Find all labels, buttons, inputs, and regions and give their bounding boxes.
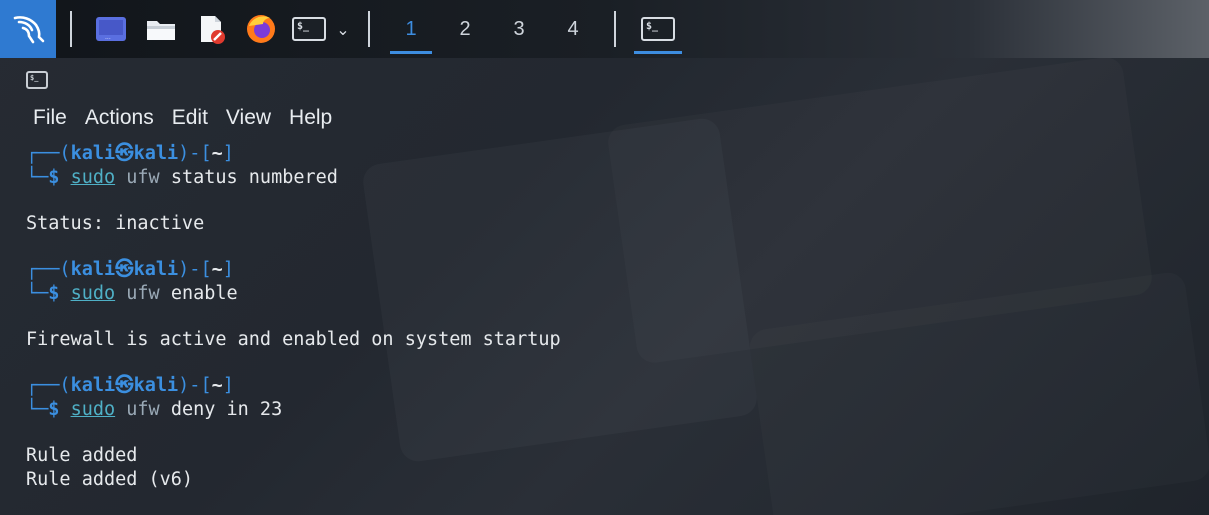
prompt-symbol: $ [48,399,60,420]
command-sudo: sudo [70,167,116,188]
file-manager-launcher[interactable] [142,10,180,48]
menu-help[interactable]: Help [289,106,332,130]
command-line: └─$ sudo ufw status numbered [26,166,1176,190]
terminal-window-icon[interactable]: $_ [26,71,48,89]
firefox-launcher[interactable] [242,10,280,48]
text-editor-icon [201,16,225,44]
terminal-icon: $_ [292,17,326,41]
menu-actions[interactable]: Actions [85,106,154,130]
command-program: ufw [126,283,160,304]
prompt-frame: ┌──( [26,143,71,164]
terminal-output[interactable]: ┌──(kali㉿kali)-[~] └─$ sudo ufw status n… [26,142,1176,492]
menu-file[interactable]: File [33,106,67,130]
desktop-screen: ... $_ ⌄ 1 2 3 4 $_ $_ File Actions Edit… [0,0,1209,515]
prompt-line: ┌──(kali㉿kali)-[~] [26,258,1176,282]
output-line: Rule added (v6) [26,469,194,490]
workspace-label: 2 [459,17,471,40]
panel-separator [614,11,616,47]
output-line: Firewall is active and enabled on system… [26,329,561,350]
prompt-corner: └─ [26,283,49,304]
prompt-frame: )-[ [178,143,212,164]
prompt-frame: ] [222,259,234,280]
prompt-dir: ~ [211,259,223,280]
prompt-frame: ] [222,375,234,396]
command-sudo: sudo [70,399,116,420]
workspace-4[interactable]: 4 [546,0,600,58]
command-sudo: sudo [70,283,116,304]
top-panel: ... $_ ⌄ 1 2 3 4 $_ [0,0,1209,58]
prompt-symbol: $ [48,167,60,188]
desktop-icon: ... [96,17,126,41]
command-args: enable [170,283,238,304]
terminal-icon: $_ [641,17,675,41]
svg-text:...: ... [105,34,111,41]
workspace-3[interactable]: 3 [492,0,546,58]
workspace-1[interactable]: 1 [384,0,438,58]
prompt-user: kali㉿kali [70,375,179,396]
text-editor-launcher[interactable] [192,10,230,48]
show-desktop-launcher[interactable]: ... [92,10,130,48]
workspace-2[interactable]: 2 [438,0,492,58]
prompt-frame: )-[ [178,259,212,280]
output-line: Status: inactive [26,213,205,234]
prompt-line: ┌──(kali㉿kali)-[~] [26,374,1176,398]
folder-icon [147,21,175,40]
prompt-corner: └─ [26,399,49,420]
panel-separator [368,11,370,47]
prompt-frame: )-[ [178,375,212,396]
menu-edit[interactable]: Edit [172,106,208,130]
output-line: Rule added [26,445,138,466]
workspace-label: 1 [405,17,417,40]
command-line: └─$ sudo ufw deny in 23 [26,398,1176,422]
prompt-frame: ┌──( [26,375,71,396]
prompt-user: kali㉿kali [70,143,179,164]
prompt-dir: ~ [211,143,223,164]
command-args: status numbered [170,167,338,188]
firefox-icon [247,15,275,43]
prompt-line: ┌──(kali㉿kali)-[~] [26,142,1176,166]
workspace-label: 4 [567,17,579,40]
command-program: ufw [126,167,160,188]
prompt-corner: └─ [26,167,49,188]
workspace-label: 3 [513,17,525,40]
prompt-frame: ] [222,143,234,164]
prompt-symbol: $ [48,283,60,304]
command-args: deny in 23 [170,399,283,420]
prompt-user: kali㉿kali [70,259,179,280]
kali-menu-button[interactable] [0,0,56,58]
kali-dragon-icon [13,16,45,44]
prompt-dir: ~ [211,375,223,396]
menu-view[interactable]: View [226,106,271,130]
panel-separator [70,11,72,47]
command-line: └─$ sudo ufw enable [26,282,1176,306]
menu-bar: File Actions Edit View Help [33,106,332,130]
taskbar-terminal-window[interactable]: $_ [630,0,686,58]
chevron-down-icon[interactable]: ⌄ [332,20,354,39]
command-program: ufw [126,399,160,420]
prompt-frame: ┌──( [26,259,71,280]
terminal-launcher[interactable]: $_ [292,10,326,48]
